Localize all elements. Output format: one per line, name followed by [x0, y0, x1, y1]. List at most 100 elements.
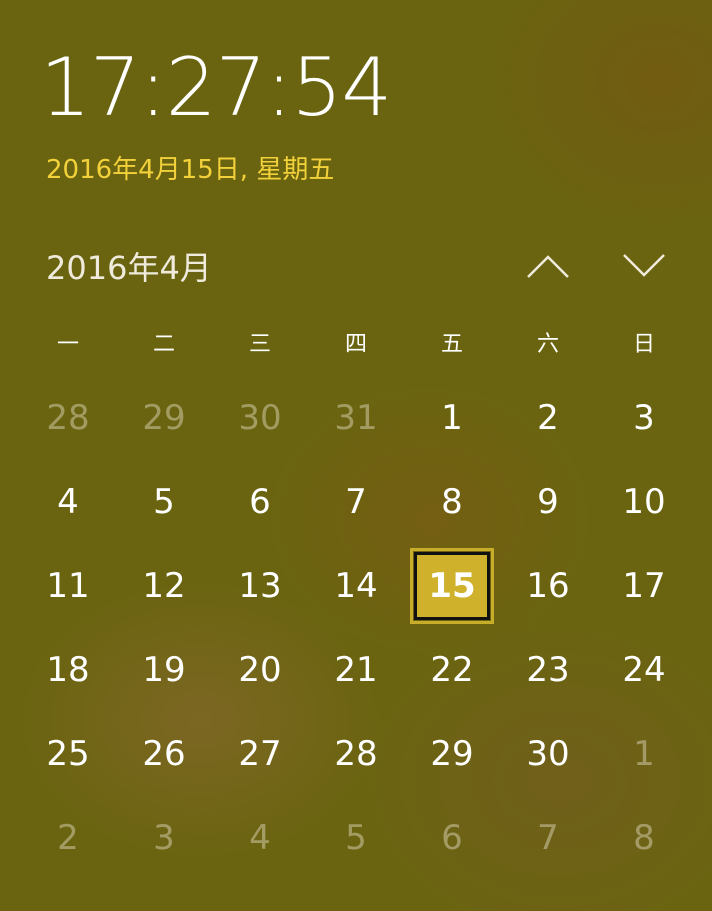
calendar-day[interactable]: 7	[308, 464, 404, 548]
calendar-day-adjacent-month[interactable]: 28	[20, 380, 116, 464]
calendar-day[interactable]: 12	[116, 548, 212, 632]
calendar-day-adjacent-month[interactable]: 6	[404, 800, 500, 884]
calendar-day[interactable]: 24	[596, 632, 692, 716]
calendar-day[interactable]: 28	[308, 716, 404, 800]
calendar-day-label: 2	[57, 818, 79, 858]
calendar-day-label: 29	[142, 398, 186, 438]
calendar-day-label: 30	[238, 398, 282, 438]
weekday-label: 五	[440, 332, 463, 357]
calendar-day[interactable]: 18	[20, 632, 116, 716]
calendar-day-label: 4	[249, 818, 271, 858]
calendar-day[interactable]: 13	[212, 548, 308, 632]
weekday-label: 一	[56, 332, 79, 357]
calendar-day-label: 28	[46, 398, 90, 438]
previous-month-button[interactable]	[520, 240, 576, 292]
calendar-day-label: 3	[153, 818, 175, 858]
calendar-day-adjacent-month[interactable]: 2	[20, 800, 116, 884]
weekday-label: 四	[344, 332, 367, 357]
calendar-day-label: 17	[622, 566, 666, 606]
calendar-day-label: 1	[633, 734, 655, 774]
calendar-day-label: 28	[334, 734, 378, 774]
calendar-day[interactable]: 2	[500, 380, 596, 464]
calendar-day-label: 12	[142, 566, 186, 606]
calendar-day-adjacent-month[interactable]: 8	[596, 800, 692, 884]
clock-time: 17:27:54	[40, 41, 392, 134]
calendar-day-label: 25	[46, 734, 90, 774]
calendar-day[interactable]: 1	[404, 380, 500, 464]
calendar-day-label: 15	[428, 566, 476, 606]
next-month-button[interactable]	[616, 240, 672, 292]
calendar-day[interactable]: 11	[20, 548, 116, 632]
weekday-header-row: 一二三四五六日	[20, 325, 692, 365]
calendar-day-label: 7	[345, 482, 367, 522]
date-long-link[interactable]: 2016年4月15日, 星期五	[46, 152, 334, 188]
weekday-label: 二	[152, 332, 175, 357]
calendar-day[interactable]: 14	[308, 548, 404, 632]
calendar-day-adjacent-month[interactable]: 1	[596, 716, 692, 800]
chevron-up-icon	[527, 255, 569, 278]
calendar-day-adjacent-month[interactable]: 31	[308, 380, 404, 464]
calendar-day-label: 1	[441, 398, 463, 438]
calendar-day-label: 19	[142, 650, 186, 690]
calendar-day-label: 30	[526, 734, 570, 774]
calendar-day-label: 9	[537, 482, 559, 522]
month-title[interactable]: 2016年4月	[46, 246, 212, 290]
calendar-day-label: 7	[537, 818, 559, 858]
weekday-label: 三	[248, 332, 271, 357]
calendar-day[interactable]: 22	[404, 632, 500, 716]
calendar-day-adjacent-month[interactable]: 30	[212, 380, 308, 464]
calendar-day[interactable]: 9	[500, 464, 596, 548]
calendar-day-label: 31	[334, 398, 378, 438]
chevron-down-icon	[623, 254, 665, 277]
calendar-day-adjacent-month[interactable]: 29	[116, 380, 212, 464]
calendar-day[interactable]: 23	[500, 632, 596, 716]
calendar-day[interactable]: 25	[20, 716, 116, 800]
calendar-day-label: 10	[622, 482, 666, 522]
calendar-day-today[interactable]: 15	[404, 548, 500, 632]
calendar-day-label: 21	[334, 650, 378, 690]
calendar-day[interactable]: 6	[212, 464, 308, 548]
calendar-day[interactable]: 8	[404, 464, 500, 548]
calendar-day[interactable]: 19	[116, 632, 212, 716]
calendar-day-label: 18	[46, 650, 90, 690]
calendar-day-label: 24	[622, 650, 666, 690]
calendar-day-label: 22	[430, 650, 474, 690]
calendar-day-label: 23	[526, 650, 570, 690]
calendar-day-adjacent-month[interactable]: 3	[116, 800, 212, 884]
calendar-day-label: 5	[153, 482, 175, 522]
calendar-day-label: 14	[334, 566, 378, 606]
calendar-day-adjacent-month[interactable]: 7	[500, 800, 596, 884]
calendar-day[interactable]: 26	[116, 716, 212, 800]
weekday-label: 六	[536, 332, 559, 357]
calendar-day-label: 20	[238, 650, 282, 690]
calendar-day-label: 2	[537, 398, 559, 438]
calendar-day-adjacent-month[interactable]: 4	[212, 800, 308, 884]
calendar-day-label: 5	[345, 818, 367, 858]
calendar-day-label: 8	[633, 818, 655, 858]
calendar-day-label: 27	[238, 734, 282, 774]
calendar-day[interactable]: 17	[596, 548, 692, 632]
calendar-day-label: 6	[249, 482, 271, 522]
calendar-day[interactable]: 27	[212, 716, 308, 800]
calendar-day-grid: 28 29 30 31 1 2 3 4 5 6 7 8 9 10 11 12 13 14 15 16 17 18 19 20 2…	[20, 380, 692, 884]
calendar-day[interactable]: 16	[500, 548, 596, 632]
calendar-day[interactable]: 5	[116, 464, 212, 548]
calendar-day[interactable]: 10	[596, 464, 692, 548]
calendar-day-label: 8	[441, 482, 463, 522]
weekday-label: 日	[632, 332, 655, 357]
calendar-day-label: 11	[46, 566, 90, 606]
calendar-day[interactable]: 21	[308, 632, 404, 716]
calendar-day-adjacent-month[interactable]: 5	[308, 800, 404, 884]
calendar-day-label: 26	[142, 734, 186, 774]
calendar-day-label: 4	[57, 482, 79, 522]
calendar-day-label: 16	[526, 566, 570, 606]
calendar-day[interactable]: 3	[596, 380, 692, 464]
calendar-day-label: 3	[633, 398, 655, 438]
calendar-day[interactable]: 30	[500, 716, 596, 800]
calendar-day-label: 29	[430, 734, 474, 774]
calendar-day[interactable]: 20	[212, 632, 308, 716]
calendar-day-label: 6	[441, 818, 463, 858]
calendar-day[interactable]: 4	[20, 464, 116, 548]
calendar-day-label: 13	[238, 566, 282, 606]
calendar-day[interactable]: 29	[404, 716, 500, 800]
